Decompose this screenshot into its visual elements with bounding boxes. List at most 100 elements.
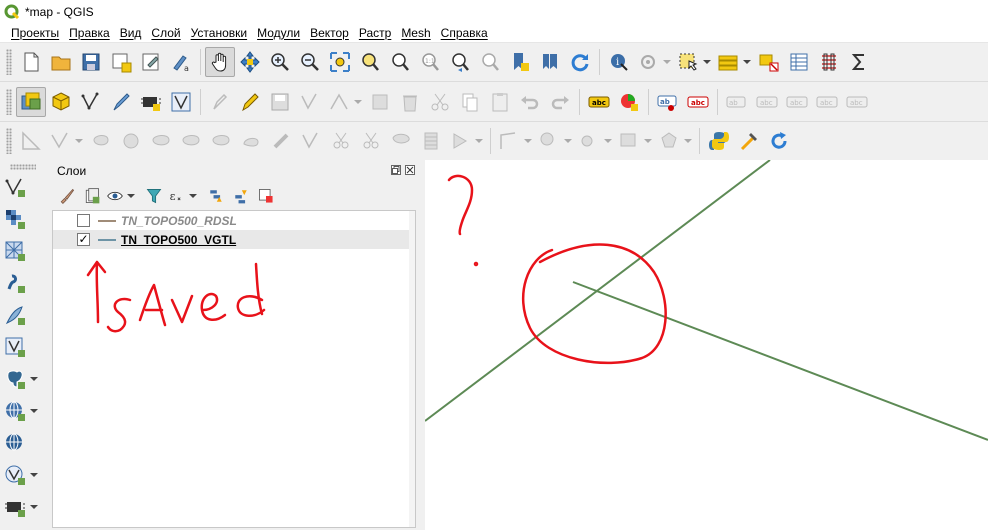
remove-layer-button[interactable]	[255, 185, 277, 207]
add-part-button[interactable]	[116, 126, 146, 156]
layer-tree-scrollbar[interactable]	[409, 211, 415, 527]
identify-button[interactable]: i	[604, 47, 634, 77]
refresh-plugin-button[interactable]	[764, 126, 794, 156]
layer-visibility-checkbox[interactable]	[77, 214, 90, 227]
digitize-button[interactable]	[106, 87, 136, 117]
offset-point-symbols-button[interactable]	[495, 126, 535, 156]
pin-labels-button[interactable]: ab	[722, 87, 752, 117]
change-label-button[interactable]: abc	[842, 87, 872, 117]
add-delimited-text-button[interactable]	[4, 268, 48, 298]
split-features-button[interactable]	[326, 126, 356, 156]
toggle-editing-button[interactable]	[235, 87, 265, 117]
data-source-manager-button[interactable]	[16, 86, 46, 117]
modify-attributes-button[interactable]	[365, 87, 395, 117]
cut-features-button[interactable]	[425, 87, 455, 117]
show-bookmarks-button[interactable]	[535, 47, 565, 77]
delete-selected-button[interactable]	[395, 87, 425, 117]
menu-raster[interactable]: Растр	[354, 24, 396, 43]
advanced-digitizing-button[interactable]	[16, 126, 46, 156]
zoom-out-button[interactable]	[295, 47, 325, 77]
run-action-button[interactable]	[634, 47, 674, 77]
filter-legend-button[interactable]	[143, 185, 165, 207]
new-geopackage-button[interactable]	[46, 87, 76, 117]
current-edits-button[interactable]	[205, 87, 235, 117]
paste-features-button[interactable]	[485, 87, 515, 117]
toolbar-grip[interactable]	[10, 164, 36, 170]
toolbar-grip[interactable]	[6, 49, 12, 75]
zoom-native-button[interactable]: 1:1	[415, 47, 445, 77]
filter-by-expression-button[interactable]: ε	[168, 185, 202, 207]
refresh-button[interactable]	[565, 47, 595, 77]
new-project-button[interactable]	[16, 47, 46, 77]
pan-map-button[interactable]	[205, 47, 235, 77]
gps-button[interactable]	[136, 87, 166, 117]
close-panel-button[interactable]	[405, 165, 415, 175]
zoom-last-button[interactable]	[445, 47, 475, 77]
add-virtual-layer-button[interactable]	[4, 332, 48, 362]
menu-projects[interactable]: Проекты	[0, 24, 64, 43]
simplify-button[interactable]	[296, 126, 326, 156]
style-layer-button[interactable]	[56, 185, 78, 207]
toolbar-grip[interactable]	[6, 88, 12, 115]
collapse-all-button[interactable]	[230, 185, 252, 207]
fill-ring-button[interactable]	[146, 126, 176, 156]
reshape-button[interactable]	[236, 126, 266, 156]
label-toolbar-button[interactable]: abc	[584, 87, 614, 117]
delete-ring-button[interactable]	[176, 126, 206, 156]
manage-map-themes-button[interactable]	[106, 185, 140, 207]
select-features-button[interactable]	[674, 47, 714, 77]
menu-plugins[interactable]: Модули	[252, 24, 305, 43]
expand-all-button[interactable]	[205, 185, 227, 207]
zoom-full-button[interactable]	[325, 47, 355, 77]
field-calculator-button[interactable]	[844, 47, 874, 77]
rotate-point-symbols-button[interactable]	[446, 126, 486, 156]
add-mesh-layer-button[interactable]	[4, 236, 48, 266]
diagram-button[interactable]	[614, 87, 644, 117]
layer-item-vgtl[interactable]: ✓ TN_TOPO500_VGTL	[53, 230, 415, 249]
save-as-button[interactable]	[106, 47, 136, 77]
menu-layer[interactable]: Слой	[146, 24, 185, 43]
save-project-button[interactable]	[76, 47, 106, 77]
polygon-digitize-button[interactable]	[655, 126, 695, 156]
add-postgis-button[interactable]	[4, 364, 48, 394]
zoom-to-selection-button[interactable]	[355, 47, 385, 77]
add-group-button[interactable]	[81, 185, 103, 207]
zoom-in-button[interactable]	[265, 47, 295, 77]
attribute-table-button[interactable]	[784, 47, 814, 77]
add-circular-string-button[interactable]	[46, 126, 86, 156]
add-raster-layer-button[interactable]	[4, 204, 48, 234]
move-label-button[interactable]: abc	[782, 87, 812, 117]
menu-mesh[interactable]: Mesh	[396, 24, 435, 43]
undo-button[interactable]	[515, 87, 545, 117]
shape-digitize-button[interactable]	[615, 126, 655, 156]
rotate-label-button[interactable]: abc	[812, 87, 842, 117]
layer-item-rdsl[interactable]: TN_TOPO500_RDSL	[53, 211, 415, 230]
add-ring-button[interactable]	[86, 126, 116, 156]
python-console-button[interactable]	[704, 126, 734, 156]
show-hide-labels-button[interactable]: abc	[752, 87, 782, 117]
menu-help[interactable]: Справка	[436, 24, 493, 43]
layer-labeling-button[interactable]: ab	[653, 87, 683, 117]
print-layout-button[interactable]	[136, 47, 166, 77]
deselect-all-button[interactable]	[754, 47, 784, 77]
add-spatialite-button[interactable]	[4, 300, 48, 330]
zoom-to-layer-button[interactable]	[385, 47, 415, 77]
processing-toolbox-button[interactable]	[734, 126, 764, 156]
style-manager-button[interactable]: a	[166, 47, 196, 77]
copy-features-button[interactable]	[455, 87, 485, 117]
new-bookmark-button[interactable]	[505, 47, 535, 77]
delete-part-button[interactable]	[206, 126, 236, 156]
statistics-button[interactable]	[814, 47, 844, 77]
map-canvas[interactable]	[425, 160, 988, 530]
add-wms-button[interactable]	[4, 396, 48, 426]
trace-button[interactable]	[535, 126, 575, 156]
zoom-next-button[interactable]	[475, 47, 505, 77]
menu-vector[interactable]: Вектор	[305, 24, 354, 43]
split-parts-button[interactable]	[356, 126, 386, 156]
open-project-button[interactable]	[46, 47, 76, 77]
add-wcs-button[interactable]	[4, 428, 48, 458]
menu-view[interactable]: Вид	[115, 24, 147, 43]
deselect-button[interactable]	[714, 47, 754, 77]
add-feature-button[interactable]	[295, 87, 325, 117]
reverse-line-button[interactable]	[575, 126, 615, 156]
